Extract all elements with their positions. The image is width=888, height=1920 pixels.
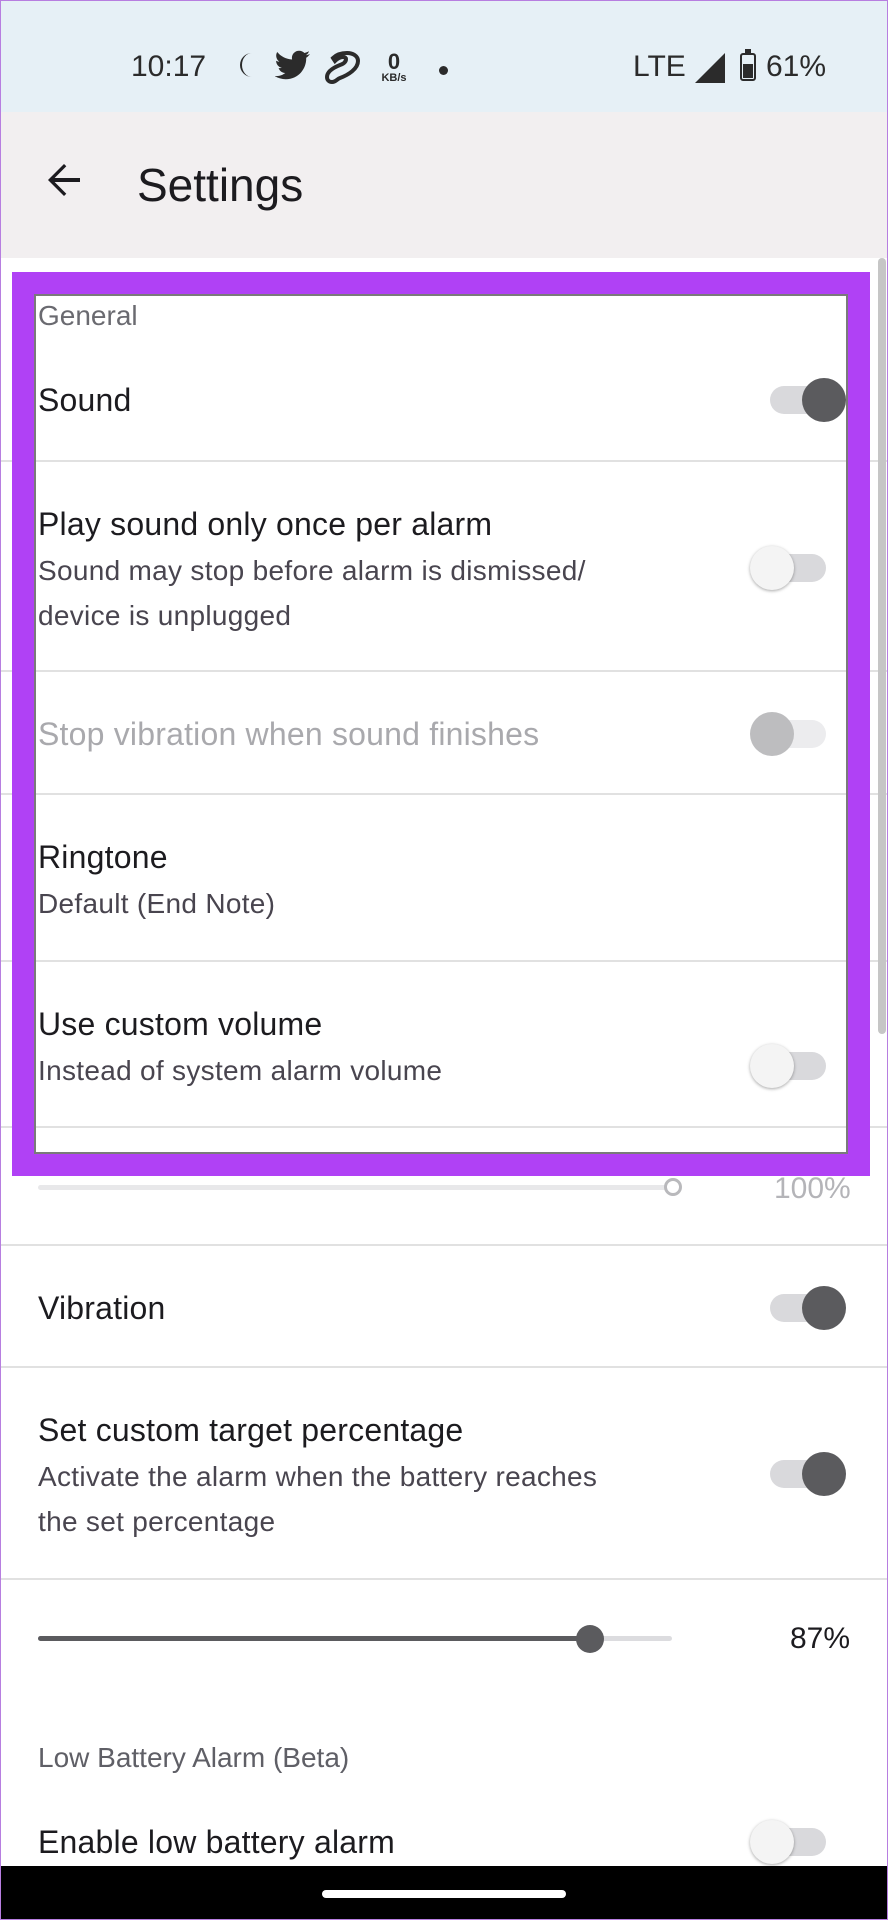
signal-icon [695,53,725,83]
setting-title: Set custom target percentage [38,1412,464,1448]
arrow-back-icon[interactable] [36,152,92,208]
target-slider-row: 87% [0,1580,888,1680]
volume-value: 100% [774,1172,851,1205]
sound-toggle[interactable] [768,378,846,422]
setting-title: Stop vibration when sound finishes [38,716,540,752]
setting-title: Enable low battery alarm [38,1824,395,1860]
target-percentage-toggle[interactable] [768,1452,846,1496]
section-header-general: General [38,300,138,331]
setting-title: Ringtone [38,839,168,875]
notification-dot-icon [439,66,448,75]
setting-subtitle: Default (End Note) [38,888,276,919]
volume-slider-thumb [664,1178,682,1196]
net-speed-icon: 0 KB/s [378,49,410,85]
status-bar: 10:17 0 KB/s LTE 61% [0,0,888,112]
airtel-icon [324,50,361,92]
setting-vibration[interactable]: Vibration [0,1246,888,1368]
setting-ringtone[interactable]: Ringtone Default (End Note) [0,795,888,962]
volume-slider-row: 100% [0,1128,888,1246]
setting-subtitle: the set percentage [38,1506,276,1537]
target-slider-fill [38,1636,590,1641]
custom-volume-toggle[interactable] [750,1044,828,1088]
page-title: Settings [137,159,304,211]
setting-subtitle: device is unplugged [38,600,292,631]
volume-slider-track [38,1185,672,1190]
play-once-toggle[interactable] [750,546,828,590]
setting-low-battery[interactable]: Enable low battery alarm [0,1800,888,1866]
network-type: LTE [633,50,686,83]
setting-title: Use custom volume [38,1006,323,1042]
setting-subtitle: Sound may stop before alarm is dismissed… [38,555,586,586]
home-gesture-handle[interactable] [322,1890,566,1898]
target-slider-thumb[interactable] [575,1625,604,1653]
target-value: 87% [790,1622,851,1655]
setting-title: Play sound only once per alarm [38,506,493,542]
setting-play-once[interactable]: Play sound only once per alarm Sound may… [0,462,888,672]
setting-target-percentage[interactable]: Set custom target percentage Activate th… [0,1368,888,1580]
battery-icon [740,49,756,81]
scrollbar[interactable] [878,258,886,1034]
status-time: 10:17 [131,50,207,83]
setting-title: Vibration [38,1290,166,1326]
setting-stop-vibration: Stop vibration when sound finishes [0,672,888,795]
setting-sound[interactable]: Sound [0,330,888,462]
vibration-toggle[interactable] [768,1286,846,1330]
battery-percent: 61% [766,50,827,83]
stop-vibration-toggle [750,712,828,756]
section-header-low-battery: Low Battery Alarm (Beta) [38,1742,350,1773]
setting-custom-volume[interactable]: Use custom volume Instead of system alar… [0,962,888,1128]
net-speed-unit: KB/s [381,72,407,84]
app-bar: Settings [0,112,888,258]
twitter-icon [274,50,311,88]
moon-icon [234,50,258,88]
navigation-bar [0,1866,888,1920]
setting-subtitle: Instead of system alarm volume [38,1055,443,1086]
low-battery-toggle[interactable] [750,1820,828,1864]
net-speed-value: 0 [387,49,401,74]
setting-title: Sound [38,382,132,418]
setting-subtitle: Activate the alarm when the battery reac… [38,1461,598,1492]
